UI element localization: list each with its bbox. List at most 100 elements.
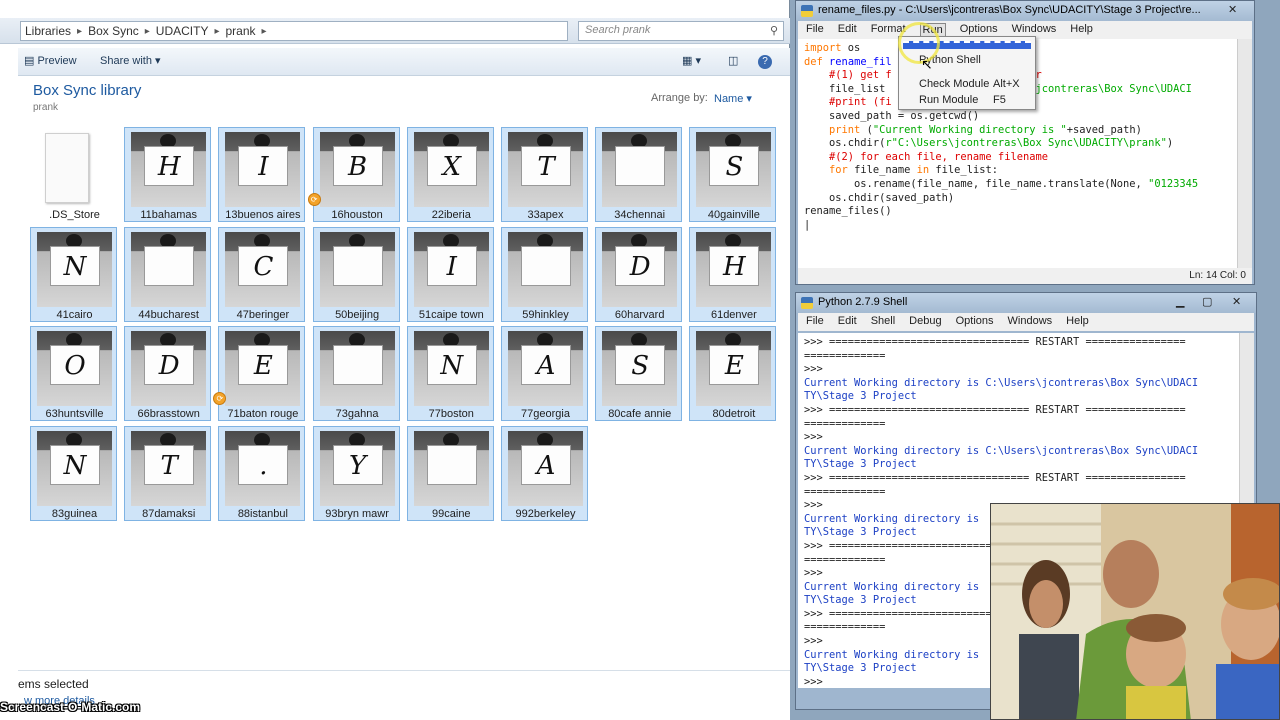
file-item[interactable]: H 61denver (689, 226, 777, 322)
search-input[interactable]: Search prank ⚲ (578, 21, 784, 41)
file-item[interactable]: N 41cairo (30, 226, 117, 322)
python-icon (801, 297, 813, 309)
shell-line: >>> ================================ RES… (804, 471, 1186, 484)
file-item[interactable]: H 11bahamas (124, 127, 212, 222)
menu-options[interactable]: Options (956, 315, 994, 331)
file-name: 34chennai (614, 209, 666, 221)
photo-thumbnail: T (131, 430, 207, 506)
file-explorer-window: Libraries ▸ Box Sync ▸ UDACITY ▸ prank ▸ Sea… (0, 0, 790, 720)
webcam-video (991, 504, 1279, 719)
sign-letter: I (238, 146, 289, 186)
command-toolbar: ▤ Preview Share with ▾ ▦ ▾ ◫ ? (18, 48, 790, 76)
preview-button[interactable]: ▤ Preview (24, 54, 77, 67)
file-item[interactable]: 44bucharest (124, 226, 212, 322)
menu-debug[interactable]: Debug (909, 315, 941, 331)
menu-windows[interactable]: Windows (1008, 315, 1053, 331)
editor-scrollbar[interactable] (1237, 39, 1252, 268)
file-item[interactable]: D 60harvard (595, 226, 683, 322)
breadcrumb-udacity[interactable]: UDACITY (156, 24, 209, 38)
sign-letter: D (144, 345, 195, 385)
file-item[interactable]: I 13buenos aires (218, 127, 306, 222)
menu-file[interactable]: File (806, 315, 824, 331)
file-name: 16houston (331, 209, 383, 221)
photo-thumbnail: N (37, 430, 112, 506)
file-name: 77georgia (521, 408, 570, 420)
sign-letter (426, 444, 477, 485)
menu-file[interactable]: File (806, 23, 824, 39)
chevron-right-icon[interactable]: ▸ (262, 26, 267, 37)
file-name: 60harvard (614, 308, 665, 321)
menu-help[interactable]: Help (1070, 23, 1093, 39)
menu-item-check-module[interactable]: Check Module Alt+X (919, 78, 1020, 90)
file-item[interactable]: 99caine (406, 425, 494, 521)
file-item[interactable]: Y 93bryn mawr (312, 425, 400, 521)
maximize-icon[interactable]: ▢ (1202, 295, 1212, 308)
file-item[interactable]: A 992berkeley (501, 425, 588, 521)
file-item[interactable]: A 77georgia (501, 326, 588, 421)
file-item[interactable]: S 80cafe annie (595, 326, 683, 421)
close-icon[interactable]: ✕ (1228, 3, 1237, 16)
shell-line: >>> ================================ RES… (804, 336, 1186, 348)
menu-help[interactable]: Help (1066, 315, 1089, 331)
search-icon[interactable]: ⚲ (770, 24, 778, 37)
file-item[interactable]: B ⟳ 16houston (307, 127, 400, 222)
preview-icon: ▤ (24, 55, 35, 67)
file-name: 59hinkley (522, 308, 569, 321)
chevron-right-icon[interactable]: ▸ (77, 26, 82, 37)
file-name: 77boston (428, 408, 474, 420)
file-name: 71baton rouge (227, 408, 299, 420)
chevron-right-icon[interactable]: ▸ (214, 26, 219, 37)
help-icon[interactable]: ? (758, 55, 772, 69)
shell-title-bar[interactable]: Python 2.7.9 Shell (796, 293, 1256, 313)
file-item[interactable]: D 66brasstown (124, 326, 212, 421)
menu-edit[interactable]: Edit (838, 315, 857, 331)
file-item[interactable]: . 88istanbul (218, 425, 306, 521)
file-item[interactable]: N 83guinea (30, 425, 117, 521)
breadcrumb[interactable]: Libraries ▸ Box Sync ▸ UDACITY ▸ prank ▸ (20, 21, 568, 41)
file-item[interactable]: 59hinkley (501, 226, 588, 322)
shell-title: Python 2.7.9 Shell (818, 296, 908, 308)
file-name: 47beringer (236, 308, 290, 321)
python-icon (801, 5, 813, 17)
photo-thumbnail: C (225, 231, 301, 307)
file-item[interactable]: S 40gainville (689, 127, 777, 222)
file-item[interactable]: I 51caipe town (406, 226, 494, 322)
file-item[interactable]: N 77boston (406, 326, 494, 421)
editor-title-bar[interactable]: rename_files.py - C:\Users\jcontreras\Bo… (796, 1, 1254, 21)
file-item[interactable]: .DS_Store (30, 127, 117, 222)
sign-letter (521, 245, 571, 286)
file-item[interactable]: 34chennai (595, 127, 683, 222)
file-item[interactable]: E ⟳ 71baton rouge (213, 326, 306, 421)
arrange-by-dropdown[interactable]: Name ▾ (714, 92, 752, 105)
sign-letter: T (521, 146, 571, 186)
file-item[interactable]: C 47beringer (218, 226, 306, 322)
file-item[interactable]: 50beijing (312, 226, 400, 322)
file-item[interactable]: T 33apex (501, 127, 588, 222)
file-name: 33apex (527, 209, 564, 221)
breadcrumb-libraries[interactable]: Libraries (25, 24, 71, 38)
file-item[interactable]: X 22iberia (406, 127, 494, 222)
menu-edit[interactable]: Edit (838, 23, 857, 39)
change-view-button[interactable]: ▦ ▾ (682, 54, 701, 67)
sign-letter: A (521, 345, 571, 385)
file-item[interactable]: O 63huntsville (30, 326, 117, 421)
share-with-button[interactable]: Share with ▾ (100, 54, 161, 67)
breadcrumb-box-sync[interactable]: Box Sync (88, 24, 139, 38)
file-item[interactable]: E 80detroit (689, 326, 777, 421)
shell-line: >>> (804, 431, 823, 444)
file-name: 50beijing (335, 308, 380, 321)
breadcrumb-prank[interactable]: prank (226, 24, 256, 38)
close-icon[interactable]: ✕ (1232, 295, 1241, 308)
preview-pane-button[interactable]: ◫ (728, 54, 738, 67)
chevron-right-icon[interactable]: ▸ (145, 26, 150, 37)
menu-item-run-module[interactable]: Run Module F5 (919, 94, 1006, 106)
editor-title: rename_files.py - C:\Users\jcontreras\Bo… (818, 4, 1201, 16)
file-item[interactable]: 73gahna (312, 326, 400, 421)
address-bar-row: Libraries ▸ Box Sync ▸ UDACITY ▸ prank ▸ Sea… (0, 18, 790, 44)
sign-letter (144, 245, 195, 286)
file-item[interactable]: T 87damaksi (124, 425, 212, 521)
menu-shell[interactable]: Shell (871, 315, 895, 331)
preview-label: Preview (37, 55, 77, 67)
sign-letter (332, 345, 383, 385)
minimize-icon[interactable]: ▁ (1176, 295, 1184, 308)
